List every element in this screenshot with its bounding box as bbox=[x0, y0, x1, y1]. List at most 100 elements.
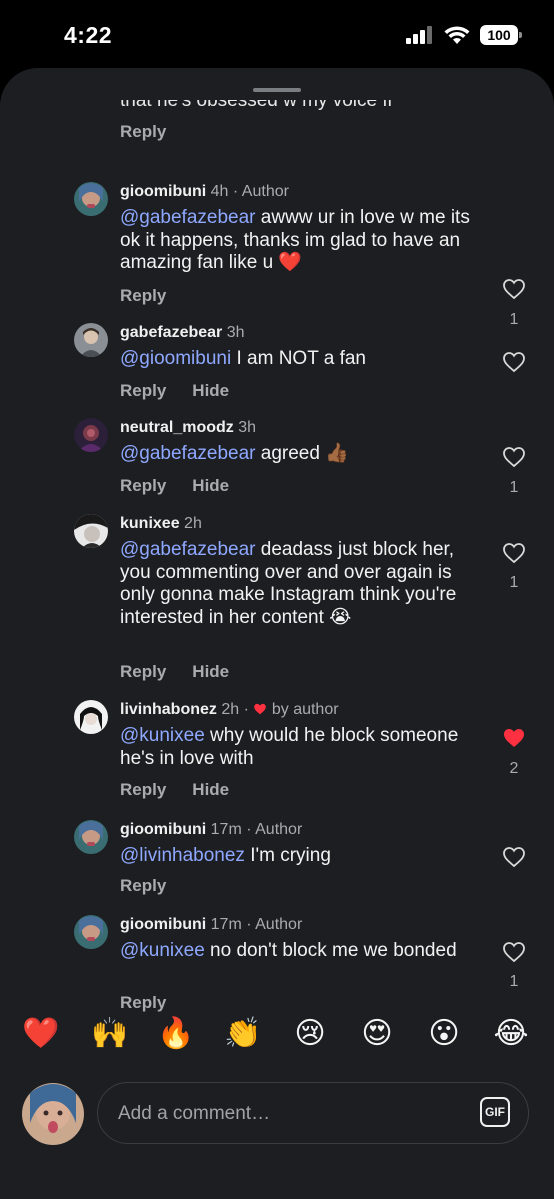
avatar[interactable] bbox=[74, 323, 108, 357]
comment-body: I am NOT a fan bbox=[231, 348, 366, 369]
comment-text: @gabefazebear deadass just block her, yo… bbox=[120, 539, 480, 629]
author-tag: · Author bbox=[246, 821, 303, 838]
hide-button[interactable]: Hide bbox=[192, 662, 229, 682]
comment-body: no don't block me we bonded bbox=[204, 940, 457, 961]
comment-text: @gioomibuni I am NOT a fan bbox=[120, 348, 480, 371]
comment-actions: Reply Hide bbox=[120, 476, 229, 496]
emoji-quick-bar: ❤️ 🙌 🔥 👏 😢 😍 😮 😂 bbox=[0, 1014, 554, 1074]
comment-actions: Reply Hide bbox=[120, 662, 229, 682]
comment-actions: Reply Hide bbox=[120, 381, 229, 401]
status-bar: 4:22 100 bbox=[0, 0, 554, 70]
partial-comment-actions: Reply bbox=[120, 122, 166, 142]
like-count: 1 bbox=[509, 479, 519, 496]
like-heart-icon[interactable] bbox=[502, 541, 526, 565]
avatar[interactable] bbox=[74, 820, 108, 854]
comment-actions: Reply Hide bbox=[120, 780, 229, 800]
like-heart-icon[interactable] bbox=[502, 445, 526, 469]
like-heart-icon[interactable] bbox=[502, 277, 526, 301]
emoji-laughing-button[interactable]: 😂 bbox=[489, 1014, 533, 1054]
emoji-wow-button[interactable]: 😮 bbox=[422, 1014, 466, 1054]
like-heart-icon[interactable] bbox=[502, 350, 526, 374]
reply-button[interactable]: Reply bbox=[120, 381, 166, 401]
mention-link[interactable]: @gabefazebear bbox=[120, 207, 256, 228]
comment-meta: kunixee 2h bbox=[120, 515, 202, 533]
like-count: 1 bbox=[509, 973, 519, 990]
current-user-avatar bbox=[22, 1083, 84, 1145]
comment-username[interactable]: gioomibuni bbox=[120, 916, 206, 933]
comment-text: @gabefazebear agreed 👍🏾 bbox=[120, 443, 480, 466]
battery-level: 100 bbox=[487, 27, 511, 43]
gif-label: GIF bbox=[485, 1105, 505, 1119]
mention-link[interactable]: @gabefazebear bbox=[120, 443, 256, 464]
reply-button[interactable]: Reply bbox=[120, 476, 166, 496]
status-icons: 100 bbox=[406, 25, 522, 45]
comment-meta: gioomibuni 17m · Author bbox=[120, 821, 302, 839]
reply-button[interactable]: Reply bbox=[120, 286, 166, 306]
wifi-icon bbox=[444, 25, 470, 44]
avatar[interactable] bbox=[74, 700, 108, 734]
avatar[interactable] bbox=[74, 514, 108, 548]
comment-actions: Reply bbox=[120, 993, 166, 1013]
like-heart-icon[interactable] bbox=[502, 940, 526, 964]
hide-button[interactable]: Hide bbox=[192, 381, 229, 401]
comment-text: @kunixee why would he block someone he's… bbox=[120, 725, 480, 770]
like-heart-icon[interactable] bbox=[502, 845, 526, 869]
mention-link[interactable]: @gabefazebear bbox=[120, 539, 256, 560]
partial-comment-text: that he's obsessed w my voice fr bbox=[120, 90, 394, 111]
mention-link[interactable]: @gioomibuni bbox=[120, 348, 231, 369]
comment-time: 4h bbox=[210, 183, 229, 200]
comments-sheet: that he's obsessed w my voice fr Reply g… bbox=[0, 68, 554, 1199]
comment-username[interactable]: livinhabonez bbox=[120, 701, 217, 718]
comment-body: agreed 👍🏾 bbox=[255, 443, 349, 464]
comment-meta: gioomibuni 4h · Author bbox=[120, 183, 289, 201]
comment-text: @kunixee no don't block me we bonded bbox=[120, 940, 480, 963]
avatar[interactable] bbox=[74, 182, 108, 216]
reply-button[interactable]: Reply bbox=[120, 876, 166, 896]
comment-time: 2h bbox=[184, 515, 202, 532]
author-tag: · Author bbox=[246, 916, 303, 933]
comment-body: I'm crying bbox=[244, 845, 331, 866]
comment-username[interactable]: gabefazebear bbox=[120, 324, 222, 341]
emoji-raised-hands-button[interactable]: 🙌 bbox=[88, 1014, 132, 1054]
mention-link[interactable]: @livinhabonez bbox=[120, 845, 245, 866]
comment-time: 17m bbox=[210, 821, 242, 838]
emoji-fire-button[interactable]: 🔥 bbox=[154, 1014, 198, 1054]
comment-text: @gabefazebear awww ur in love w me its o… bbox=[120, 207, 480, 275]
add-comment-input[interactable] bbox=[116, 1098, 460, 1130]
comment-username[interactable]: neutral_moodz bbox=[120, 419, 234, 436]
gif-button[interactable]: GIF bbox=[480, 1097, 510, 1127]
battery-icon: 100 bbox=[480, 25, 522, 45]
comment-time: 2h bbox=[221, 701, 240, 718]
hide-button[interactable]: Hide bbox=[192, 780, 229, 800]
comment-meta: gabefazebear 3h bbox=[120, 324, 245, 342]
emoji-sad-button[interactable]: 😢 bbox=[288, 1014, 332, 1054]
comment-actions: Reply bbox=[120, 876, 166, 896]
reply-button[interactable]: Reply bbox=[120, 122, 166, 142]
emoji-heart-eyes-button[interactable]: 😍 bbox=[355, 1014, 399, 1054]
avatar[interactable] bbox=[74, 418, 108, 452]
comment-username[interactable]: gioomibuni bbox=[120, 821, 206, 838]
like-count: 2 bbox=[509, 760, 519, 777]
comment-username[interactable]: gioomibuni bbox=[120, 183, 206, 200]
like-count: 1 bbox=[509, 574, 519, 591]
comment-meta: livinhabonez 2h · by author bbox=[120, 701, 339, 719]
comment-actions: Reply bbox=[120, 286, 166, 306]
cellular-signal-icon bbox=[406, 26, 432, 44]
like-count: 1 bbox=[509, 311, 519, 328]
emoji-heart-button[interactable]: ❤️ bbox=[19, 1014, 63, 1054]
comment-time: 17m bbox=[210, 916, 242, 933]
mention-link[interactable]: @kunixee bbox=[120, 725, 205, 746]
liked-by-author-label: by author bbox=[271, 701, 339, 718]
mention-link[interactable]: @kunixee bbox=[120, 940, 205, 961]
reply-button[interactable]: Reply bbox=[120, 662, 166, 682]
status-time: 4:22 bbox=[64, 22, 113, 48]
reply-button[interactable]: Reply bbox=[120, 780, 166, 800]
hide-button[interactable]: Hide bbox=[192, 476, 229, 496]
reply-button[interactable]: Reply bbox=[120, 993, 166, 1013]
author-tag: · Author bbox=[232, 183, 289, 200]
emoji-clap-button[interactable]: 👏 bbox=[221, 1014, 265, 1054]
avatar[interactable] bbox=[74, 915, 108, 949]
sheet-drag-handle[interactable] bbox=[253, 88, 301, 92]
liked-heart-icon[interactable] bbox=[502, 726, 526, 750]
comment-username[interactable]: kunixee bbox=[120, 515, 180, 532]
